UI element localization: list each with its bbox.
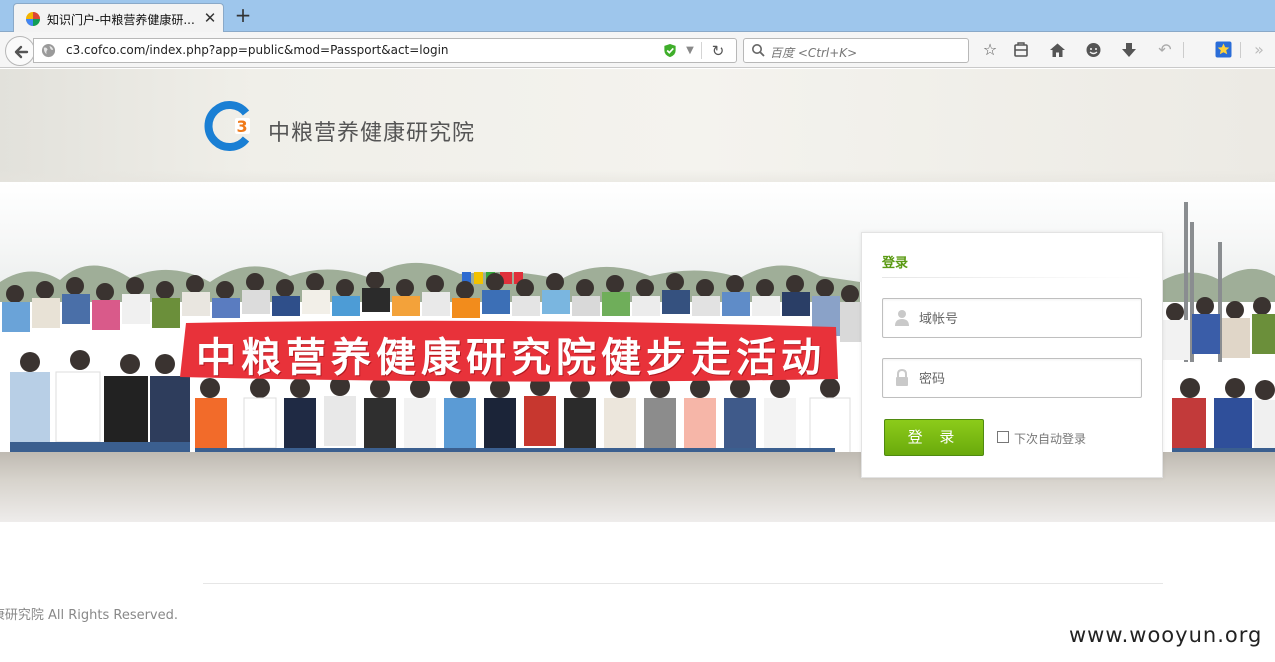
reading-list-icon[interactable] <box>1011 40 1031 60</box>
star-icon[interactable]: ☆ <box>980 40 1000 60</box>
username-input[interactable] <box>919 308 1129 330</box>
search-bar[interactable]: 百度 <Ctrl+K> <box>743 38 969 63</box>
new-tab-button[interactable]: + <box>233 3 253 27</box>
reload-icon[interactable]: ↻ <box>709 42 727 60</box>
toolbar-divider <box>1240 42 1241 58</box>
search-icon <box>752 44 765 57</box>
divider <box>882 277 1144 278</box>
home-icon[interactable] <box>1047 40 1067 60</box>
globe-icon <box>41 43 56 58</box>
copyright-label: Copyright 2014 中粮营养健康研究院 All Rights Rese… <box>0 608 179 623</box>
toolbar-divider <box>1183 42 1184 58</box>
login-button[interactable]: 登 录 <box>884 419 984 456</box>
back-arrow-icon <box>14 45 29 59</box>
tab-title: 知识门户-中粮营养健康研... <box>47 13 195 27</box>
download-icon[interactable] <box>1119 40 1139 60</box>
copyright-text: Copyright 2014 中粮营养健康研究院 All Rights Rese… <box>0 604 1275 623</box>
bookmark-star-icon[interactable] <box>1213 40 1233 60</box>
user-icon <box>895 310 909 326</box>
remember-checkbox[interactable] <box>997 431 1009 443</box>
url-dropdown-icon[interactable]: ▼ <box>684 43 696 58</box>
logo-icon: 3 <box>204 101 250 151</box>
back-button[interactable] <box>5 36 35 66</box>
security-shield-icon[interactable] <box>663 43 677 58</box>
site-header: 3 中粮营养健康研究院 <box>0 69 1275 182</box>
remember-label[interactable]: 下次自动登录 <box>1014 430 1086 447</box>
password-input[interactable] <box>919 368 1129 390</box>
browser-nav-bar: c3.cofco.com/index.php?app=public&mod=Pa… <box>0 32 1275 68</box>
login-page: 3 中粮营养健康研究院 中粮营养健康研究院健步走活动 登录 域帐号 登 录 下次… <box>0 69 1275 662</box>
login-title: 登录 <box>882 256 909 271</box>
divider <box>701 42 702 59</box>
url-text[interactable]: c3.cofco.com/index.php?app=public&mod=Pa… <box>66 43 449 57</box>
brand-name: 中粮营养健康研究院 <box>268 121 476 146</box>
search-placeholder: 百度 <Ctrl+K> <box>770 46 858 60</box>
password-field[interactable] <box>882 358 1142 398</box>
menu-overflow-icon[interactable]: » <box>1252 40 1266 60</box>
username-field[interactable] <box>882 298 1142 338</box>
browser-tab-bar: 知识门户-中粮营养健康研... ✕ + <box>0 0 1275 33</box>
chat-icon[interactable] <box>1083 40 1103 60</box>
address-bar[interactable]: c3.cofco.com/index.php?app=public&mod=Pa… <box>33 38 737 63</box>
login-panel: 登录 登 录 下次自动登录 <box>861 232 1163 478</box>
undo-icon[interactable]: ↶ <box>1155 40 1175 60</box>
site-favicon-icon <box>26 12 40 26</box>
browser-tab[interactable]: 知识门户-中粮营养健康研... ✕ <box>13 3 224 33</box>
lock-icon <box>896 369 908 386</box>
slogan-text: 中粮营养健康研究院健步走活动 <box>196 335 826 381</box>
footer-divider <box>203 583 1163 584</box>
slogan-banner: 中粮营养健康研究院健步走活动 <box>176 319 840 385</box>
close-tab-icon[interactable]: ✕ <box>203 10 217 26</box>
svg-text:3: 3 <box>237 117 248 136</box>
watermark-text: www.wooyun.org <box>1069 623 1263 647</box>
